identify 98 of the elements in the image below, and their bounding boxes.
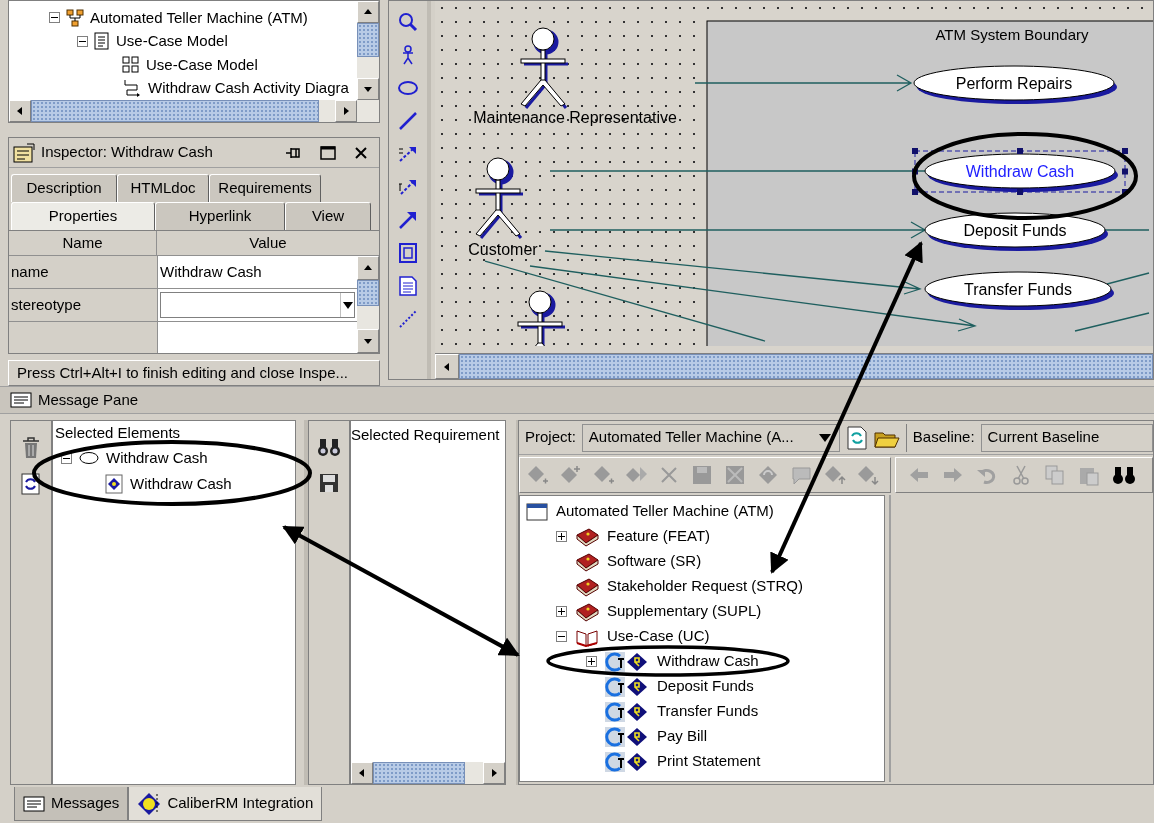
ellipse-icon	[79, 451, 99, 465]
tree-item[interactable]: Use-Case Model	[146, 53, 258, 76]
collapse-toggle[interactable]	[556, 631, 567, 642]
scroll-up-button[interactable]	[357, 256, 379, 280]
use-case-ellipse[interactable]: Perform Repairs	[913, 65, 1117, 104]
diamond-icon	[137, 791, 162, 816]
book-icon	[575, 576, 599, 597]
arc-diamond-icon	[605, 751, 649, 772]
property-dropdown[interactable]	[160, 292, 355, 318]
maximize-icon[interactable]	[319, 144, 337, 161]
pane-title: Message Pane	[38, 389, 139, 410]
hierarchy-icon	[66, 8, 84, 27]
binoculars-icon[interactable]	[1112, 464, 1136, 486]
arc-diamond-icon	[605, 676, 649, 697]
tree-item[interactable]: Pay Bill	[657, 725, 708, 748]
document-icon	[10, 392, 32, 408]
grid-icon	[122, 56, 140, 74]
arc-diamond-icon	[605, 701, 649, 722]
boundary-title: ATM System Boundary	[935, 26, 1089, 43]
scroll-thumb[interactable]	[373, 762, 465, 784]
status-hint: Press Ctrl+Alt+I to finish editing and close Inspe...	[8, 359, 380, 386]
inspector-title: Inspector: Withdraw Cash	[41, 142, 214, 163]
inspector-icon	[13, 142, 35, 163]
dropdown-arrow-icon	[342, 301, 353, 309]
trash-icon[interactable]	[22, 437, 40, 459]
project-label: Project:	[525, 427, 576, 448]
tab[interactable]: Description	[11, 174, 117, 202]
note-icon[interactable]	[397, 275, 419, 297]
frame-icon[interactable]	[397, 242, 419, 264]
document-icon	[94, 32, 110, 51]
tree-item[interactable]: Stakeholder Request (STRQ)	[607, 575, 803, 598]
property-value-field[interactable]: Withdraw Cash	[157, 256, 357, 288]
close-icon[interactable]	[353, 144, 369, 161]
use-case-ellipse[interactable]: Deposit Funds	[924, 212, 1108, 251]
scroll-thumb[interactable]	[357, 280, 379, 306]
flow-icon	[122, 79, 142, 98]
scroll-down-button[interactable]	[357, 328, 379, 353]
book-icon	[575, 526, 599, 547]
tree-item[interactable]: Withdraw Cash Activity Diagra	[148, 77, 349, 100]
scroll-thumb[interactable]	[357, 23, 379, 57]
tab[interactable]: View	[285, 202, 371, 230]
arc-diamond-icon	[605, 651, 649, 672]
tree-item[interactable]: Withdraw Cash	[130, 472, 232, 496]
expand-toggle[interactable]	[556, 531, 567, 542]
comment-icon[interactable]	[790, 464, 814, 486]
document-icon	[23, 795, 45, 812]
scroll-left-button[interactable]	[435, 354, 459, 379]
tree-item[interactable]: Withdraw Cash	[657, 650, 759, 673]
tree-item[interactable]: Automated Teller Machine (ATM)	[556, 500, 774, 523]
tree-item[interactable]: Software (SR)	[607, 550, 702, 573]
expand-toggle[interactable]	[586, 656, 597, 667]
diamond-document-icon	[105, 474, 123, 494]
tab[interactable]: Properties	[11, 202, 155, 230]
project-dropdown[interactable]: Automated Teller Machine (A...	[581, 423, 840, 452]
tree-item[interactable]: Print Statement	[657, 750, 761, 773]
actor-label: Customer	[468, 241, 538, 258]
tab[interactable]: Hyperlink	[155, 202, 285, 230]
collapse-toggle[interactable]	[49, 12, 60, 24]
tree-item[interactable]: Deposit Funds	[657, 675, 754, 698]
bottom-tab[interactable]: CaliberRM Integration	[128, 787, 323, 821]
use-case-ellipse[interactable]: Transfer Funds	[924, 271, 1114, 310]
tree-item[interactable]: Feature (FEAT)	[607, 525, 711, 548]
panel-heading: Selected Requirement	[351, 425, 501, 445]
actor-label: Maintenance Representative	[473, 109, 677, 126]
binoculars-icon[interactable]	[317, 437, 341, 457]
bottom-tab[interactable]: Messages	[14, 787, 129, 821]
baseline-dropdown[interactable]: Current Baseline	[980, 423, 1153, 452]
line-icon[interactable]	[397, 110, 419, 132]
baseline-label: Baseline:	[912, 427, 975, 448]
book-icon	[575, 551, 599, 572]
tree-item[interactable]: Use-Case Model	[116, 30, 228, 53]
tree-item[interactable]: Withdraw Cash	[106, 446, 208, 470]
diamond-star-icon[interactable]	[559, 464, 583, 486]
tab[interactable]: Requirements	[209, 174, 321, 202]
arc-diamond-icon	[605, 726, 649, 747]
tree-item[interactable]: Supplementary (SUPL)	[607, 600, 762, 623]
tree-item[interactable]: Use-Case (UC)	[607, 625, 710, 648]
scroll-right-button[interactable]	[335, 100, 357, 122]
book-icon	[575, 601, 599, 622]
panel-heading: Selected Elements	[55, 423, 182, 441]
scroll-thumb[interactable]	[31, 100, 319, 122]
dotted-line-icon[interactable]	[397, 308, 419, 330]
tree-item[interactable]: Automated Teller Machine (ATM)	[90, 6, 308, 29]
scroll-left-button[interactable]	[351, 762, 373, 784]
scroll-up-button[interactable]	[357, 1, 379, 23]
expand-toggle[interactable]	[556, 606, 567, 617]
save-icon[interactable]	[319, 473, 339, 493]
collapse-toggle[interactable]	[61, 452, 72, 464]
search-icon[interactable]	[397, 11, 419, 33]
tree-item[interactable]: Transfer Funds	[657, 700, 759, 723]
scroll-right-button[interactable]	[483, 762, 505, 784]
arrow-icon[interactable]	[397, 209, 419, 231]
tab[interactable]: HTMLdoc	[117, 174, 209, 202]
collapse-toggle[interactable]	[77, 35, 88, 47]
scroll-left-button[interactable]	[9, 100, 31, 122]
dropdown-arrow-icon	[818, 433, 831, 442]
window-icon	[526, 502, 548, 521]
scroll-down-button[interactable]	[357, 78, 379, 100]
